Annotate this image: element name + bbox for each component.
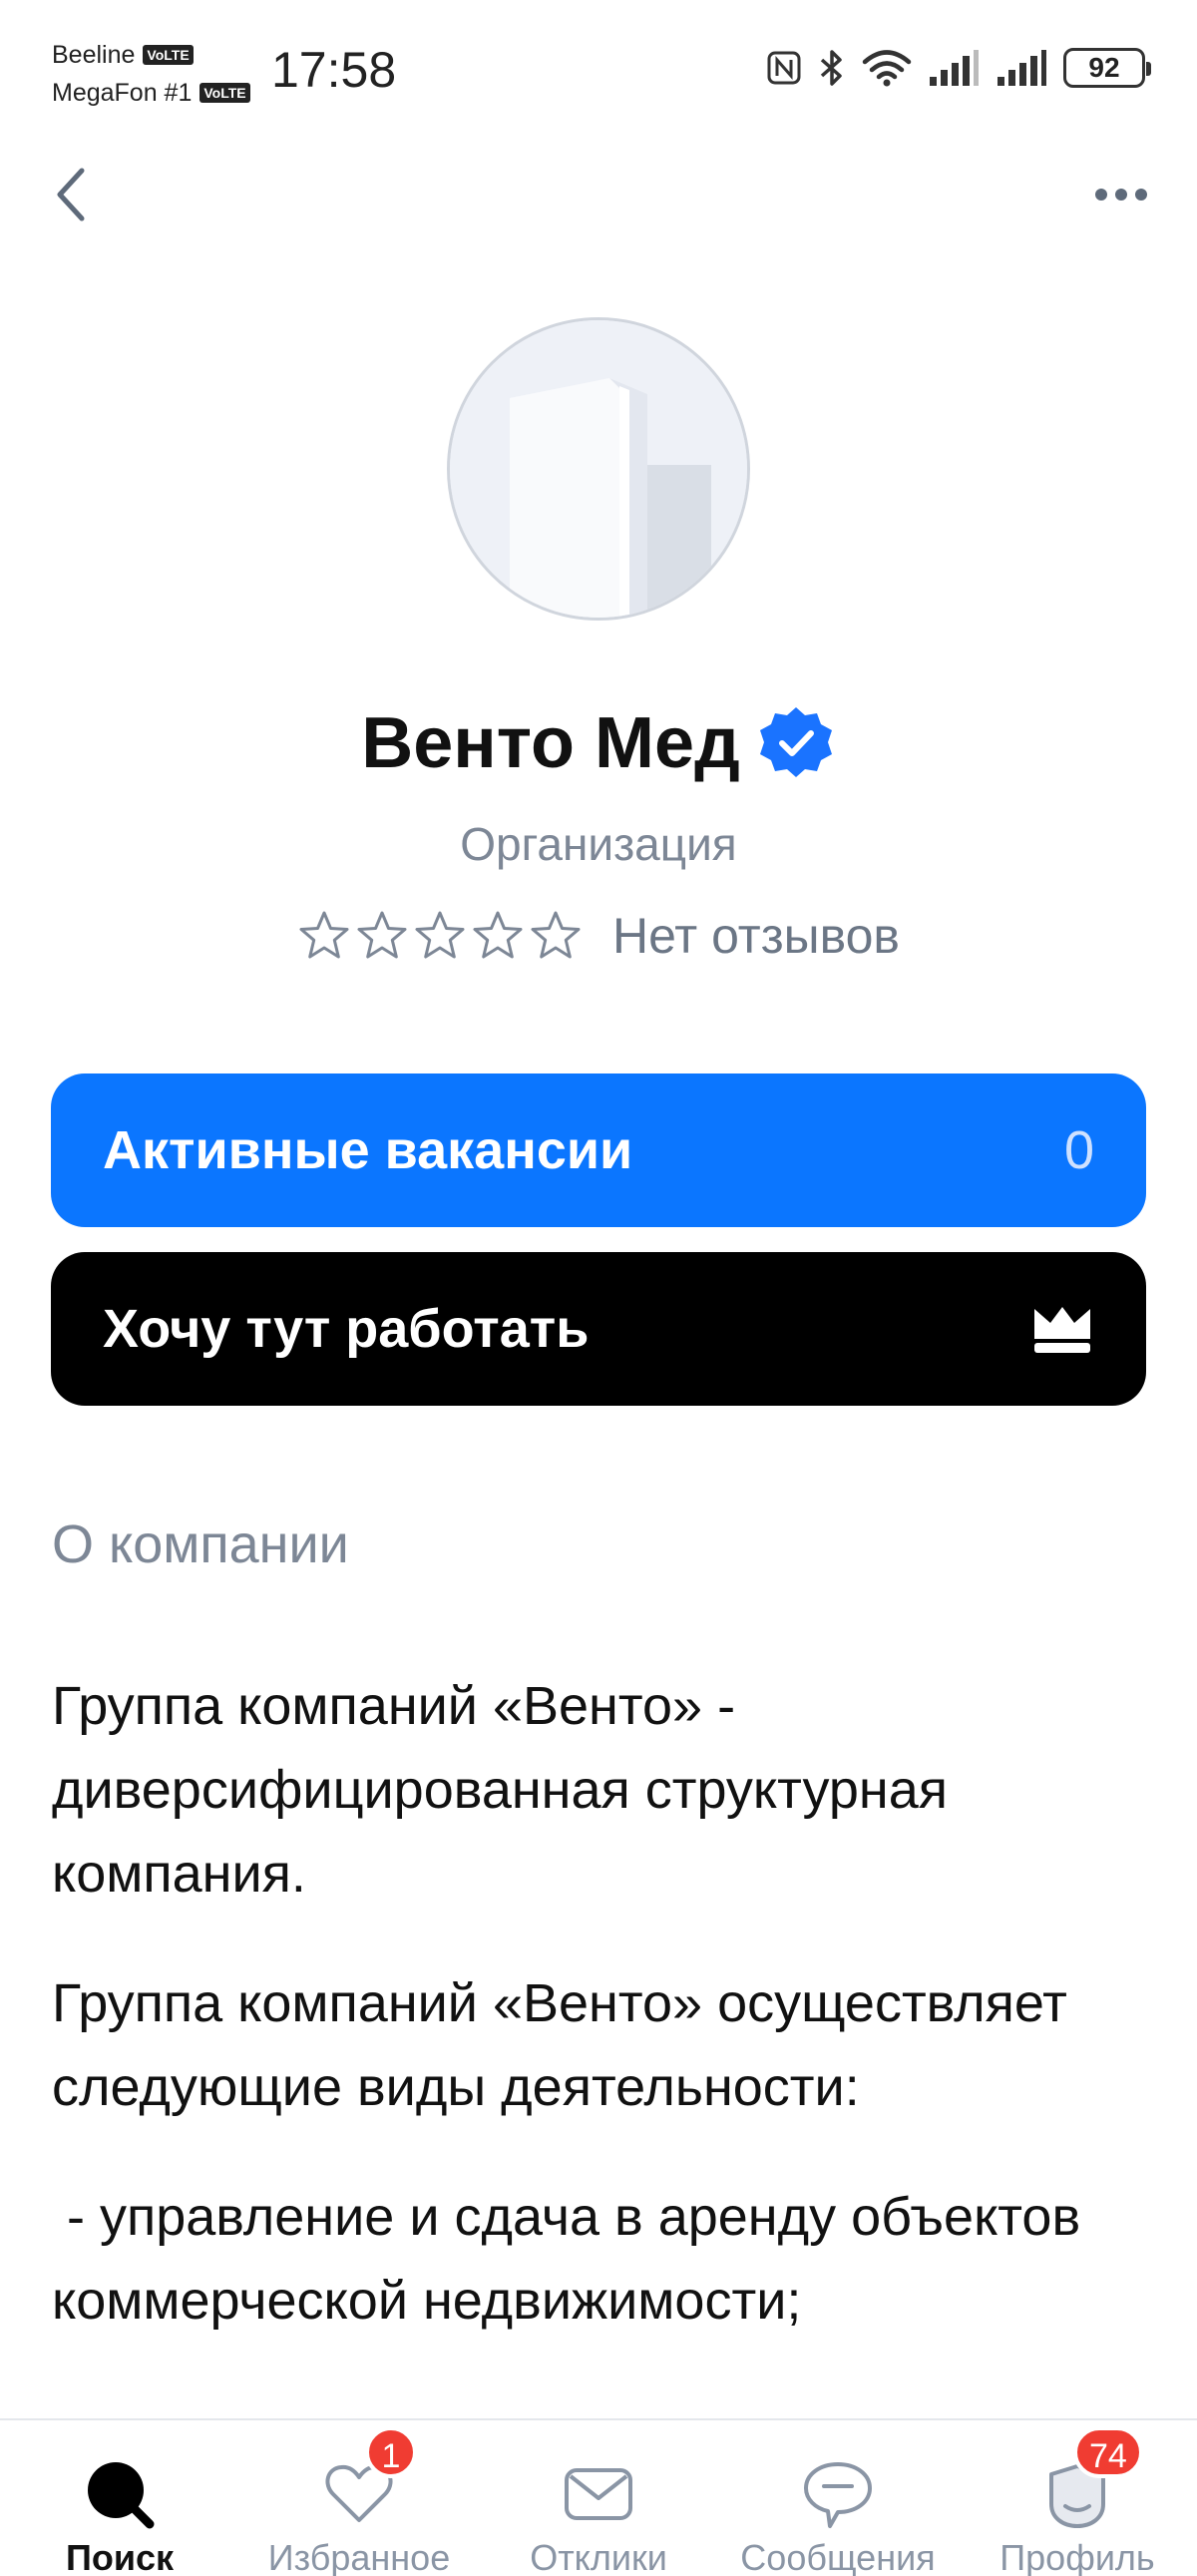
more-dots-icon — [1095, 189, 1107, 201]
more-button[interactable] — [1067, 160, 1147, 229]
nav-item-profile[interactable]: Профиль 74 — [958, 2420, 1197, 2576]
chevron-left-icon — [57, 168, 85, 221]
status-icons: 92 — [766, 48, 1151, 88]
clock: 17:58 — [271, 42, 397, 98]
verified-badge-icon — [759, 707, 832, 777]
star-empty-icon — [299, 911, 349, 959]
bottom-nav: Поиск Избранное 1 Отклики Сообщения Проф… — [0, 2418, 1197, 2576]
active-vacancies-count: 0 — [1063, 1120, 1094, 1180]
nav-label-search: Поиск — [65, 2537, 175, 2576]
favorites-badge: 1 — [365, 2426, 417, 2478]
want-to-work-label: Хочу тут работать — [103, 1299, 590, 1359]
active-vacancies-label: Активные вакансии — [103, 1120, 633, 1180]
carrier-2-row: MegaFon #1 VoLTE — [52, 74, 250, 112]
chat-icon — [800, 2456, 876, 2532]
nav-item-responses[interactable]: Отклики — [479, 2420, 718, 2576]
rating-stars — [297, 909, 583, 963]
status-bar: Beeline VoLTE MegaFon #1 VoLTE 17:58 92 — [0, 0, 1197, 130]
company-type: Организация — [460, 818, 737, 870]
company-name: Венто Мед — [361, 703, 740, 783]
carrier-2-name: MegaFon #1 — [52, 79, 193, 107]
carrier-1-name: Beeline — [52, 41, 136, 69]
battery-level: 92 — [1088, 52, 1120, 83]
wifi-icon — [862, 50, 912, 87]
back-button[interactable] — [50, 160, 120, 229]
battery-indicator: 92 — [1063, 48, 1151, 88]
about-paragraph: Группа компаний «Венто» осуществляет сле… — [52, 1973, 1067, 2117]
more-dots-icon — [1135, 189, 1147, 201]
nav-label-responses: Отклики — [530, 2537, 667, 2576]
star-empty-icon — [531, 911, 581, 959]
rating-row[interactable]: Нет отзывов — [0, 904, 1197, 968]
star-empty-icon — [357, 911, 407, 959]
carriers: Beeline VoLTE MegaFon #1 VoLTE — [52, 36, 250, 112]
about-section-title: О компании — [52, 1514, 349, 1574]
nav-label-favorites: Избранное — [267, 2537, 451, 2576]
volte-badge: VoLTE — [200, 83, 250, 103]
active-vacancies-button[interactable]: Активные вакансии 0 — [51, 1073, 1146, 1227]
signal-2-icon — [998, 50, 1046, 86]
more-dots-icon — [1115, 189, 1127, 201]
company-page: Beeline VoLTE MegaFon #1 VoLTE 17:58 92 … — [0, 0, 1197, 2576]
about-paragraph: - управление и сдача в аренду объектов к… — [52, 2187, 1096, 2331]
nav-item-messages[interactable]: Сообщения — [718, 2420, 958, 2576]
want-to-work-button[interactable]: Хочу тут работать — [51, 1252, 1146, 1406]
company-avatar — [447, 317, 750, 621]
star-empty-icon — [415, 911, 465, 959]
about-paragraph: Группа компаний «Венто» - диверсифициров… — [52, 1676, 949, 1904]
crown-icon — [1034, 1307, 1090, 1353]
reviews-text: Нет отзывов — [612, 908, 900, 964]
nav-label-messages: Сообщения — [740, 2537, 936, 2576]
star-empty-icon — [473, 911, 523, 959]
profile-badge: 74 — [1073, 2426, 1143, 2478]
nfc-icon — [767, 51, 801, 85]
volte-badge: VoLTE — [143, 45, 194, 65]
nav-item-favorites[interactable]: Избранное 1 — [239, 2420, 479, 2576]
about-text: Группа компаний «Венто» - диверсифициров… — [52, 1664, 1149, 2388]
company-name-row: Венто Мед — [0, 698, 1197, 788]
nav-item-search[interactable]: Поиск — [0, 2420, 239, 2576]
envelope-icon — [561, 2456, 636, 2532]
carrier-1-row: Beeline VoLTE — [52, 36, 250, 74]
bluetooth-icon — [820, 50, 842, 86]
nav-label-profile: Профиль — [999, 2537, 1155, 2576]
building-icon — [450, 320, 747, 618]
signal-1-icon — [930, 50, 979, 86]
search-icon — [82, 2456, 158, 2532]
